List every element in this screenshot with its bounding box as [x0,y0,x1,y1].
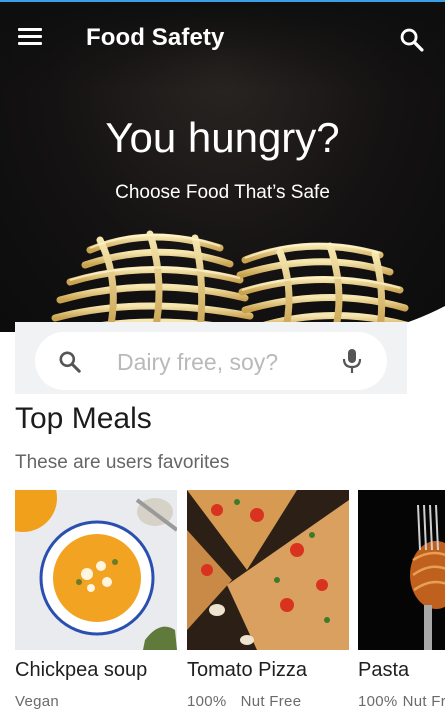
meal-card-pasta[interactable]: Pasta 100%Nut Free [358,490,445,710]
meal-name: Chickpea soup [15,659,148,681]
meal-tag: 100% [358,693,398,710]
search-icon [59,351,81,373]
hero-banner: Food Safety You hungry? Choose Food That… [0,2,445,332]
hero-subheadline: Choose Food That’s Safe [115,182,330,203]
top-meals-title: Top Meals [15,402,152,435]
pasta-image [358,490,445,650]
meal-tags: Vegan [15,693,177,710]
search-bar[interactable] [35,332,387,390]
app-title: Food Safety [86,24,225,51]
search-input[interactable] [115,344,339,380]
menu-icon[interactable] [18,28,42,46]
meal-tag: Nut Free [402,693,445,710]
meal-card-chickpea-soup[interactable]: Chickpea soup Vegan [15,490,177,710]
tomato-pizza-image [187,490,349,650]
meal-tag: Vegan [15,693,60,710]
meal-tag: Nut Free [240,693,302,710]
meal-tag: 100% [187,693,227,710]
search-icon[interactable] [398,26,426,54]
meal-tags: 100% Nut Free [187,693,349,710]
hero-headline: You hungry? [105,114,340,161]
app-bar: Food Safety [0,2,445,74]
search-panel [15,322,407,394]
mic-icon[interactable] [341,347,363,375]
chickpea-soup-image [15,490,177,650]
meal-tags: 100%Nut Free [358,693,445,710]
top-meals-subtitle: These are users favorites [15,452,230,473]
meal-name: Pasta [358,659,410,681]
meal-name: Tomato Pizza [187,659,308,681]
meal-card-tomato-pizza[interactable]: Tomato Pizza 100% Nut Free [187,490,349,710]
